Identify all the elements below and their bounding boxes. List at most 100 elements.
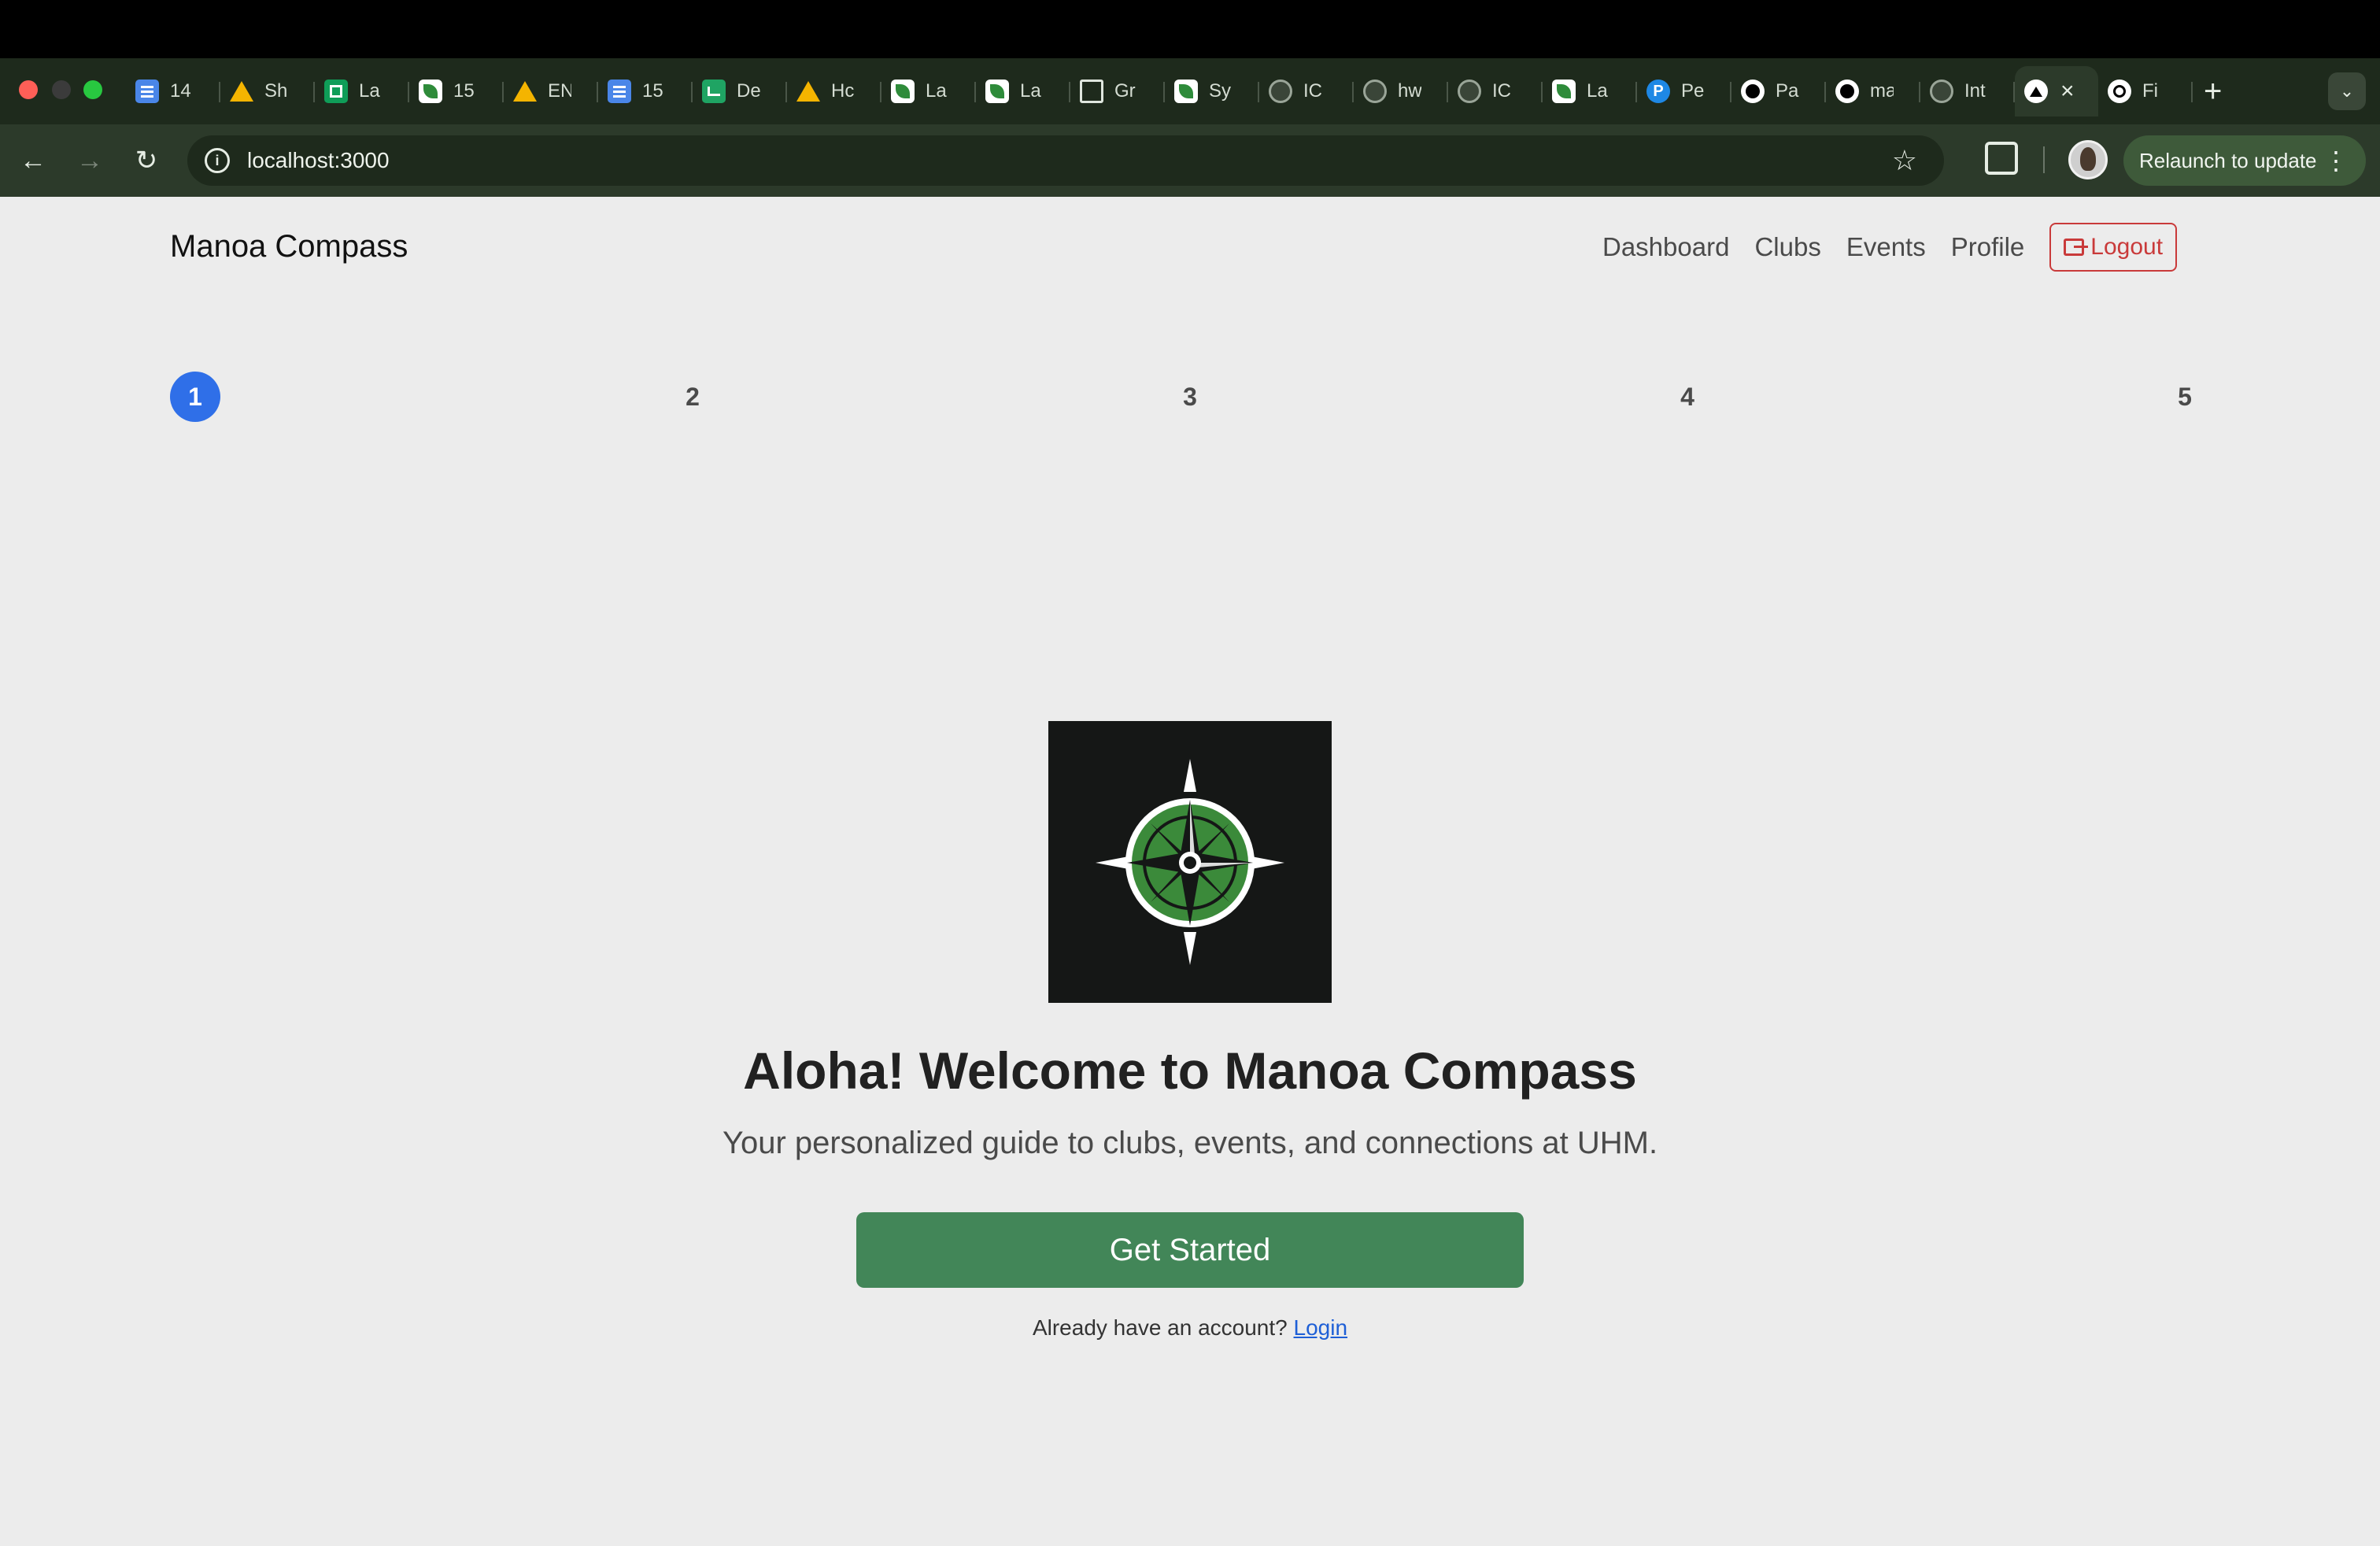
zoom-window-button[interactable] [83,80,102,99]
tab-list: 14 Sh La 15 EN 15 De Hc La La Gr Sy IC h… [126,66,2193,117]
logout-icon [2064,239,2089,256]
browser-tab[interactable]: Pa [1731,66,1826,117]
login-prompt: Already have an account? Login [0,1313,2380,1343]
browser-tab[interactable]: P Pe [1637,66,1731,117]
compass-logo [1048,721,1332,1003]
browser-tab[interactable]: EN [504,66,598,117]
leaf-icon [1174,80,1198,103]
browser-tab[interactable]: IC [1259,66,1354,117]
logout-button[interactable]: Logout [2049,223,2178,272]
browser-tab[interactable]: Sh [220,66,315,117]
google-drive-icon [796,80,820,103]
os-menu-bar [0,0,2380,58]
tab-title: La [926,80,947,102]
browser-tab[interactable]: La [315,66,409,117]
back-arrow-icon[interactable]: ← [16,143,50,178]
tab-title: EN [548,80,571,102]
forward-arrow-icon[interactable]: → [72,143,107,178]
vercel-icon [2024,80,2048,103]
browser-tab[interactable]: IC [1448,66,1543,117]
toolbar-divider [2043,146,2045,173]
url-text[interactable]: localhost:3000 [247,146,390,175]
globe-icon [1363,80,1387,103]
address-bar[interactable]: i localhost:3000 ☆ [187,135,1944,186]
github-icon [1741,80,1765,103]
tab-title: 15 [453,80,475,102]
active-browser-tab[interactable]: × [2015,66,2098,117]
tab-search-chevron-icon[interactable]: ⌄ [2328,72,2366,110]
nav-link-events[interactable]: Events [1846,224,1926,271]
extensions-icon[interactable] [1985,142,2018,175]
tab-title: Fi [2142,80,2158,102]
bookmark-star-icon[interactable]: ☆ [1892,142,1917,179]
tab-title: 14 [170,80,191,102]
hero-title: Aloha! Welcome to Manoa Compass [743,1041,1637,1100]
tab-title: La [1020,80,1041,102]
tab-title: ma [1870,80,1894,102]
get-started-button[interactable]: Get Started [856,1212,1524,1288]
site-info-icon[interactable]: i [205,148,230,173]
calculator-icon [1080,80,1103,103]
chart-icon [702,80,726,103]
new-tab-icon[interactable]: + [2204,72,2222,110]
browser-tab[interactable]: hw [1354,66,1448,117]
step-2[interactable]: 2 [667,372,718,422]
browser-tab[interactable]: Hc [787,66,881,117]
tab-title: Sy [1209,80,1232,102]
minimize-window-button[interactable] [52,80,71,99]
profile-avatar[interactable] [2068,140,2108,179]
globe-icon [1930,80,1953,103]
google-drive-icon [230,80,253,103]
login-link[interactable]: Login [1294,1315,1348,1340]
step-4[interactable]: 4 [1662,372,1713,422]
leaf-icon [419,80,442,103]
tab-title: Pa [1776,80,1799,102]
tab-title: La [1587,80,1608,102]
nav-link-clubs[interactable]: Clubs [1754,224,1820,271]
step-5[interactable]: 5 [2160,372,2210,422]
tab-title: Gr [1114,80,1136,102]
more-menu-icon[interactable]: ⋮ [2323,145,2349,176]
browser-tab[interactable]: 14 [126,66,220,117]
browser-tab[interactable]: 15 [598,66,693,117]
browser-tab[interactable]: La [976,66,1070,117]
leaf-icon [985,80,1009,103]
tab-title: De [737,80,760,102]
hero-subtitle: Your personalized guide to clubs, events… [722,1126,1658,1160]
reload-icon[interactable]: ↻ [129,143,164,178]
main-nav: Dashboard Clubs Events Profile Logout [1602,223,2178,272]
globe-icon [1269,80,1292,103]
openai-icon [2108,80,2131,103]
nav-link-dashboard[interactable]: Dashboard [1602,224,1729,271]
browser-tab[interactable]: Int [1920,66,2015,117]
nav-link-profile[interactable]: Profile [1951,224,2025,271]
step-1[interactable]: 1 [170,372,220,422]
browser-tab[interactable]: Sy [1165,66,1259,117]
browser-tab[interactable]: La [881,66,976,117]
leaf-icon [891,80,915,103]
browser-tab[interactable]: ma [1826,66,1920,117]
tab-title: La [359,80,380,102]
browser-tab[interactable]: La [1543,66,1637,117]
tab-title: IC [1303,80,1322,102]
logout-label: Logout [2090,234,2164,260]
p-icon: P [1646,80,1670,103]
browser-tab[interactable]: De [693,66,787,117]
tab-title: 15 [642,80,663,102]
browser-tab[interactable]: Fi [2098,66,2193,117]
compass-icon [1096,759,1284,965]
tab-title: Hc [831,80,855,102]
tab-title: IC [1492,80,1511,102]
browser-tab[interactable]: Gr [1070,66,1165,117]
close-tab-icon[interactable]: × [2060,80,2075,103]
relaunch-label: Relaunch to update [2139,148,2317,172]
page-content: Manoa Compass Dashboard Clubs Events Pro… [0,197,2380,1546]
tab-title: Sh [264,80,288,102]
close-window-button[interactable] [19,80,38,99]
google-docs-icon [608,80,631,103]
google-drive-icon [513,80,537,103]
browser-tab[interactable]: 15 [409,66,504,117]
brand-logo-text[interactable]: Manoa Compass [170,227,408,266]
relaunch-button[interactable]: Relaunch to update ⋮ [2123,135,2366,186]
step-3[interactable]: 3 [1165,372,1215,422]
